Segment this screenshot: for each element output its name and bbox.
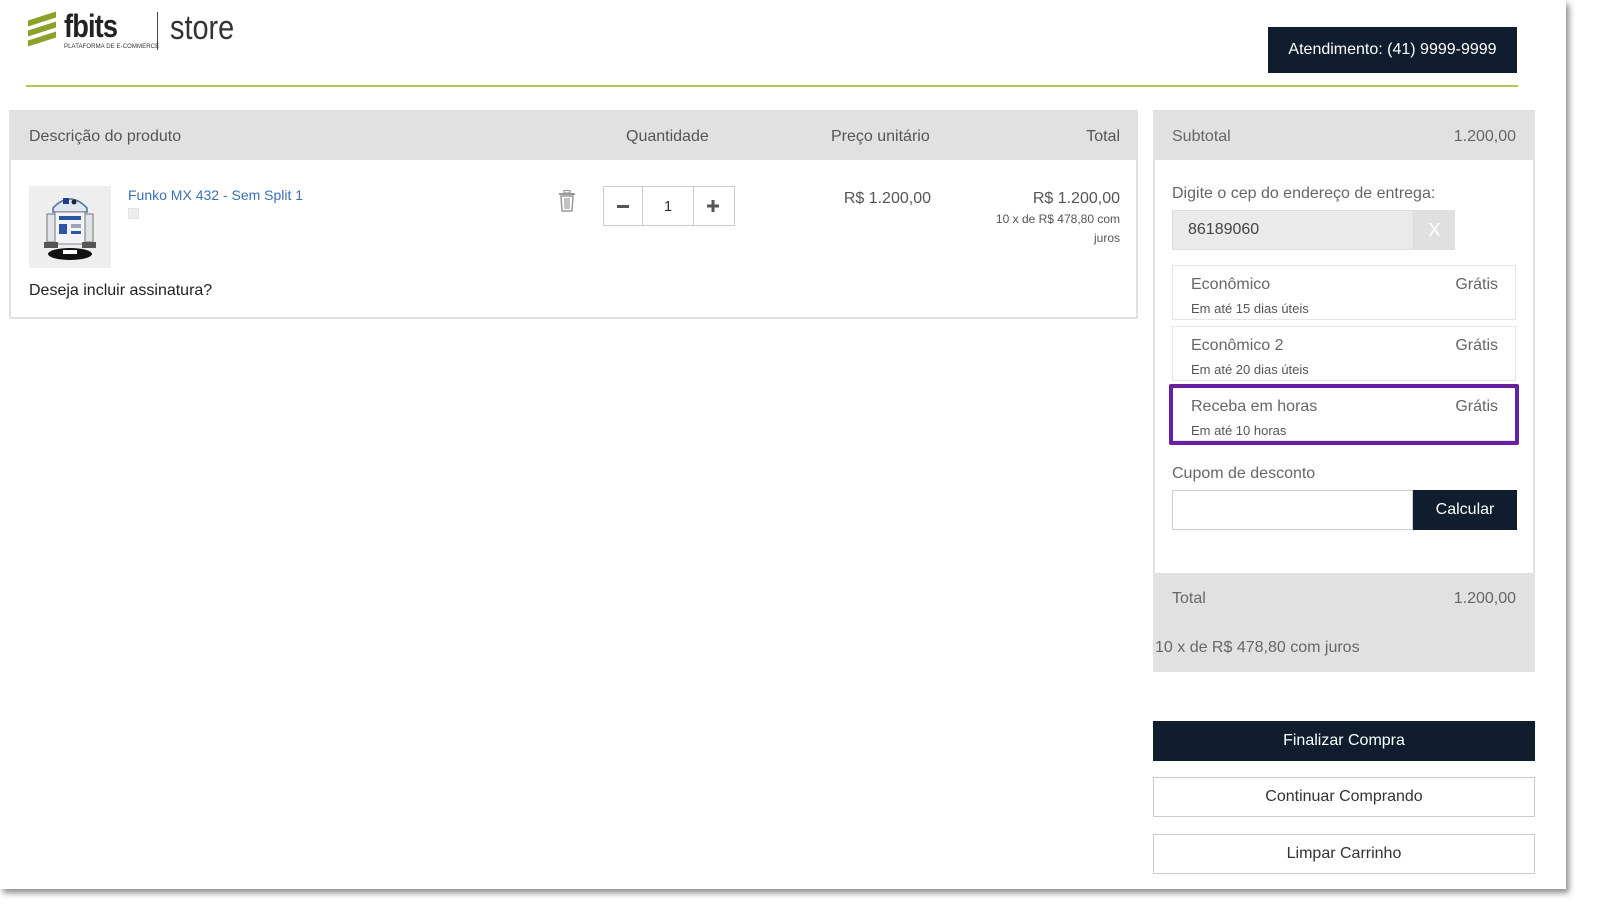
shipping-option[interactable]: Econômico 2 Grátis Em até 20 dias úteis	[1172, 326, 1516, 381]
plus-icon	[707, 200, 719, 212]
order-summary: Subtotal 1.200,00 Digite o cep do endere…	[1153, 110, 1535, 672]
coupon-label: Cupom de desconto	[1172, 465, 1316, 482]
shipping-option-name: Econômico	[1191, 276, 1271, 293]
increase-quantity-button[interactable]	[694, 187, 732, 225]
clear-cart-button[interactable]: Limpar Carrinho	[1153, 834, 1535, 874]
column-unit-price: Preço unitário	[831, 128, 930, 145]
contact-button[interactable]: Atendimento: (41) 9999-9999	[1268, 27, 1517, 73]
logo-brand: fbits	[64, 8, 118, 44]
line-installments: 10 x de R$ 478,80 com juros	[995, 212, 1120, 245]
total-value: 1.200,00	[1453, 590, 1516, 607]
cart-header: Descrição do produto Quantidade Preço un…	[11, 112, 1136, 160]
column-total: Total	[1086, 128, 1120, 145]
trash-icon[interactable]	[557, 189, 577, 212]
calculate-button[interactable]: Calcular	[1413, 490, 1517, 530]
coupon-input[interactable]	[1172, 490, 1413, 530]
subtotal-label: Subtotal	[1172, 128, 1231, 145]
shipping-option-eta: Em até 15 dias úteis	[1191, 301, 1309, 316]
subscription-question[interactable]: Deseja incluir assinatura?	[29, 282, 212, 300]
header-divider	[26, 85, 1518, 87]
quantity-stepper: 1	[603, 186, 735, 226]
line-total: R$ 1.200,00	[1032, 190, 1120, 207]
total-label: Total	[1172, 590, 1206, 607]
logo-text: fbits PLATAFORMA DE E-COMMERCE	[64, 10, 159, 50]
total-installments: 10 x de R$ 478,80 com juros	[1155, 639, 1360, 656]
decrease-quantity-button[interactable]	[604, 187, 642, 225]
total-section: Total 1.200,00 10 x de R$ 478,80 com jur…	[1155, 573, 1533, 670]
fbits-logo-icon	[26, 11, 58, 47]
shipping-option-price: Grátis	[1455, 276, 1498, 293]
product-image[interactable]	[29, 186, 111, 268]
logo-tagline: PLATAFORMA DE E-COMMERCE	[64, 44, 160, 50]
cart-table: Descrição do produto Quantidade Preço un…	[9, 110, 1138, 319]
column-description: Descrição do produto	[29, 128, 182, 145]
selection-highlight	[1169, 384, 1519, 445]
shipping-option-eta: Em até 20 dias úteis	[1191, 362, 1309, 377]
subtotal-value: 1.200,00	[1453, 128, 1516, 145]
finish-purchase-button[interactable]: Finalizar Compra	[1153, 721, 1535, 761]
cep-label: Digite o cep do endereço de entrega:	[1172, 185, 1436, 202]
product-name-link[interactable]: Funko MX 432 - Sem Split 1	[128, 187, 303, 203]
store-logo[interactable]: fbits PLATAFORMA DE E-COMMERCE store	[26, 10, 246, 54]
cep-clear-button[interactable]: X	[1414, 210, 1455, 250]
logo-separator	[157, 12, 159, 50]
unit-price: R$ 1.200,00	[843, 190, 931, 207]
shipping-option[interactable]: Econômico Grátis Em até 15 dias úteis	[1172, 265, 1516, 320]
logo-store: store	[170, 9, 235, 47]
funko-r2d2-image	[29, 186, 111, 268]
page-frame: fbits PLATAFORMA DE E-COMMERCE store Ate…	[0, 0, 1566, 889]
shipping-option-name: Econômico 2	[1191, 337, 1284, 354]
minus-icon	[617, 205, 629, 208]
continue-shopping-button[interactable]: Continuar Comprando	[1153, 777, 1535, 817]
subtotal-row: Subtotal 1.200,00	[1155, 112, 1533, 160]
cep-input[interactable]: 86189060	[1172, 210, 1414, 250]
variant-swatch	[128, 208, 139, 219]
column-quantity: Quantidade	[626, 128, 709, 145]
quantity-input[interactable]: 1	[642, 187, 694, 225]
shipping-option-price: Grátis	[1455, 337, 1498, 354]
